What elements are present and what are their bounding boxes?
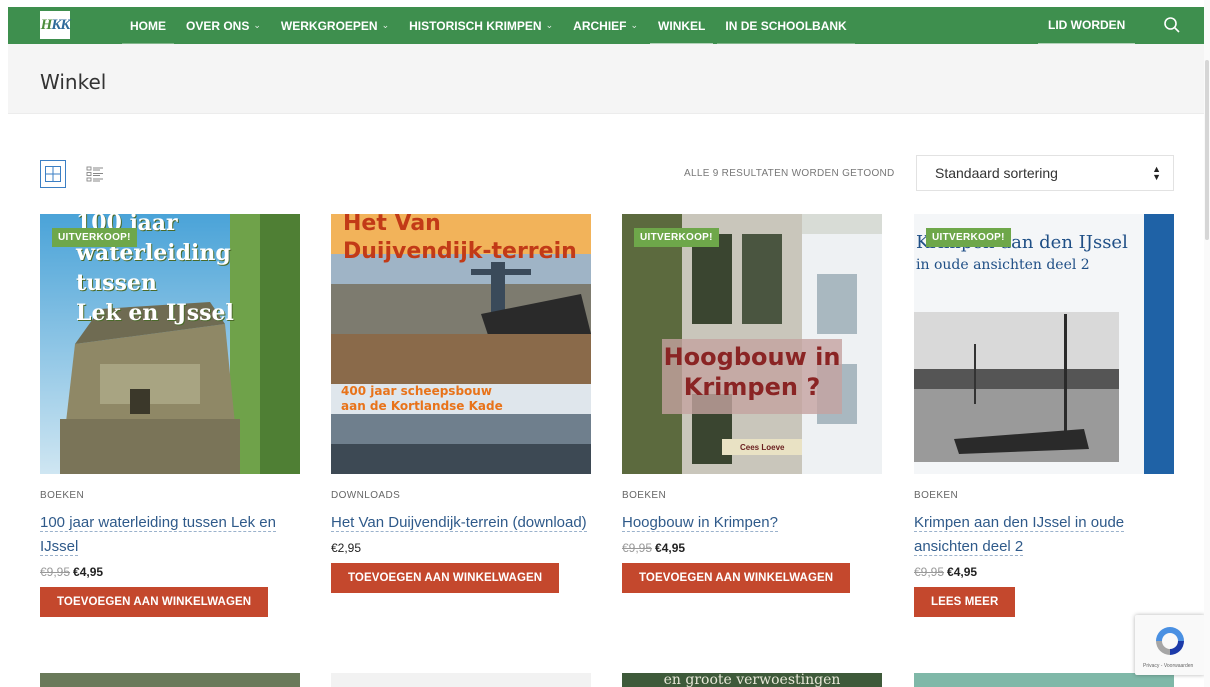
nav-item-home[interactable]: HOME <box>122 7 174 44</box>
chevron-down-icon: ⌄ <box>253 20 261 30</box>
nav-item-archief[interactable]: ARCHIEF ⌄ <box>573 7 638 44</box>
page: H KK HOME OVER ONS ⌄ WERKGROEPEN ⌄ HISTORIS… <box>0 0 1210 687</box>
product-price: €2,95 <box>331 541 591 555</box>
lid-worden-button[interactable]: LID WORDEN <box>1038 7 1136 44</box>
grid-icon <box>45 166 61 182</box>
list-view-button[interactable] <box>82 160 108 188</box>
nav-item-historisch-krimpen[interactable]: HISTORISCH KRIMPEN ⌄ <box>409 7 553 44</box>
sale-price: €4,95 <box>655 541 686 555</box>
nav-item-in-de-schoolbank[interactable]: IN DE SCHOOLBANK <box>717 7 856 44</box>
nav-item-over-ons[interactable]: OVER ONS ⌄ <box>186 7 261 44</box>
recaptcha-text[interactable]: Privacy - Voorwaarden <box>1143 663 1193 669</box>
cover-title: Hoogbouw in Krimpen ? <box>663 343 841 401</box>
cover-subtitle: 400 jaar scheepsbouw aan de Kortlandse K… <box>341 384 503 413</box>
top-navbar: H KK HOME OVER ONS ⌄ WERKGROEPEN ⌄ HISTORIS… <box>8 7 1204 44</box>
nav-item-werkgroepen[interactable]: WERKGROEPEN ⌄ <box>281 7 389 44</box>
product-category[interactable]: BOEKEN <box>622 490 882 501</box>
site-logo[interactable]: H KK <box>40 11 70 39</box>
main-nav: HOME OVER ONS ⌄ WERKGROEPEN ⌄ HISTORISCH K… <box>122 7 867 44</box>
scrollbar[interactable] <box>1204 0 1210 687</box>
product-image-partial[interactable] <box>331 673 591 687</box>
add-to-cart-button[interactable]: TOEVOEGEN AAN WINKELWAGEN <box>331 563 560 593</box>
read-more-button[interactable]: LEES MEER <box>914 587 1016 617</box>
grid-view-button[interactable] <box>40 160 66 188</box>
sale-price: €4,95 <box>73 565 104 579</box>
product-category[interactable]: BOEKEN <box>914 490 1174 501</box>
page-title-bar: Winkel <box>8 44 1204 114</box>
product-image-partial[interactable] <box>914 673 1174 687</box>
cover-author: Cees Loeve <box>740 443 785 452</box>
product-image[interactable]: Krimpen aan den IJssel in oude ansichten… <box>914 214 1174 474</box>
product-category[interactable]: DOWNLOADS <box>331 490 591 501</box>
price: €2,95 <box>331 541 362 555</box>
sale-badge: UITVERKOOP! <box>926 228 1011 247</box>
scrollbar-thumb[interactable] <box>1205 60 1209 240</box>
product-image[interactable]: Hoogbouw in Krimpen ? Cees Loeve UITVERK… <box>622 214 882 474</box>
sort-select[interactable]: Standaard sortering ▲ ▼ <box>916 155 1174 191</box>
nav-item-winkel[interactable]: WINKEL <box>649 7 714 44</box>
sale-badge: UITVERKOOP! <box>52 228 137 247</box>
recaptcha-icon <box>1156 627 1184 655</box>
product-card: Het Van Duijvendijk-terrein 400 jaar sch… <box>331 214 591 593</box>
sale-price: €4,95 <box>947 565 978 579</box>
old-price: €9,95 <box>914 565 945 579</box>
product-image-partial[interactable]: en groote verwoestingen <box>622 673 882 687</box>
product-title[interactable]: 100 jaar waterleiding tussen Lek en IJss… <box>40 511 300 559</box>
select-arrows-icon: ▲ ▼ <box>1152 164 1161 182</box>
result-count: ALLE 9 RESULTATEN WORDEN GETOOND <box>684 168 895 179</box>
product-card: 100 jaar waterleiding tussen Lek en IJss… <box>40 214 300 617</box>
chevron-down-icon: ⌄ <box>545 20 554 30</box>
old-price: €9,95 <box>40 565 71 579</box>
product-title[interactable]: Het Van Duijvendijk-terrein (download) <box>331 511 591 535</box>
product-price: €9,95 €4,95 <box>622 541 882 555</box>
product-card: Krimpen aan den IJssel in oude ansichten… <box>914 214 1174 617</box>
recaptcha-badge[interactable]: Privacy - Voorwaarden <box>1135 615 1205 675</box>
add-to-cart-button[interactable]: TOEVOEGEN AAN WINKELWAGEN <box>622 563 851 593</box>
product-title[interactable]: Hoogbouw in Krimpen? <box>622 511 882 535</box>
chevron-down-icon: ⌄ <box>381 20 390 30</box>
old-price: €9,95 <box>622 541 653 555</box>
product-category[interactable]: BOEKEN <box>40 490 300 501</box>
search-icon[interactable] <box>1163 16 1181 34</box>
cover-title: Het Van Duijvendijk-terrein <box>343 214 577 264</box>
product-price: €9,95 €4,95 <box>40 565 300 579</box>
product-image[interactable]: 100 jaar waterleiding tussen Lek en IJss… <box>40 214 300 474</box>
page-title: Winkel <box>40 70 107 94</box>
product-card: Hoogbouw in Krimpen ? Cees Loeve UITVERK… <box>622 214 882 593</box>
chevron-down-icon: ⌄ <box>630 20 639 30</box>
product-price: €9,95 €4,95 <box>914 565 1174 579</box>
sort-selected-value: Standaard sortering <box>935 165 1058 181</box>
product-image[interactable]: Het Van Duijvendijk-terrein 400 jaar sch… <box>331 214 591 474</box>
product-title[interactable]: Krimpen aan den IJssel in oude ansichten… <box>914 511 1174 559</box>
product-image-partial[interactable] <box>40 673 300 687</box>
sale-badge: UITVERKOOP! <box>634 228 719 247</box>
list-icon <box>86 166 103 182</box>
add-to-cart-button[interactable]: TOEVOEGEN AAN WINKELWAGEN <box>40 587 269 617</box>
